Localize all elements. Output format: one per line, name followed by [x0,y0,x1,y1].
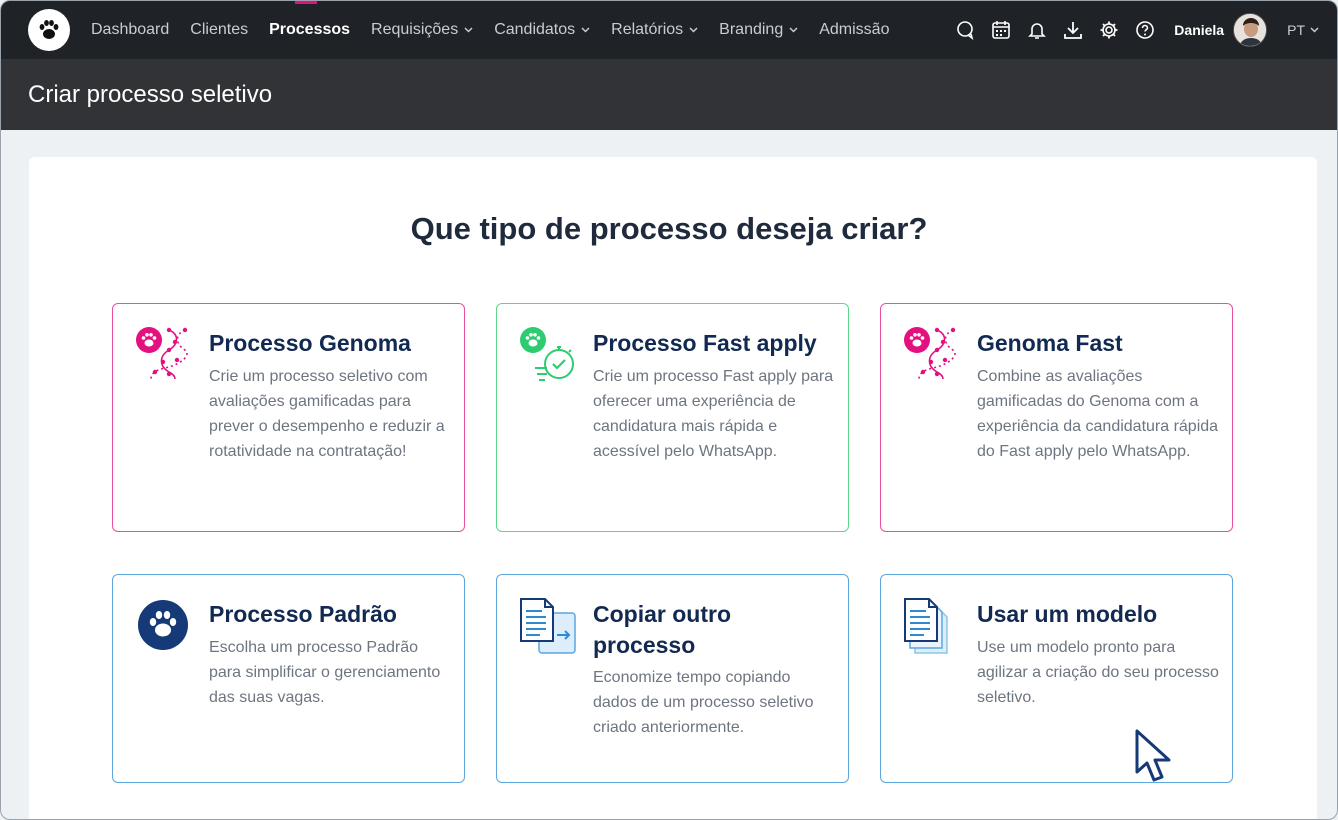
nav-label: Admissão [819,21,890,38]
avatar[interactable] [1233,13,1268,47]
option-processo-padrao[interactable]: Processo Padrão Escolha um processo Padr… [112,574,465,783]
nav-label: Clientes [190,21,249,38]
paw-icon [133,595,193,655]
download-icon[interactable] [1062,19,1084,41]
nav-label: Candidatos [494,21,576,38]
chevron-down-icon [689,27,698,33]
main-heading: Que tipo de processo deseja criar? [410,211,928,246]
chevron-down-icon [464,27,473,33]
nav-item-branding[interactable]: Branding [719,1,798,59]
option-title: Copiar outro processo [593,601,731,658]
main-nav: Dashboard Clientes Processos Requisições… [91,1,910,59]
option-title: Genoma Fast [977,330,1123,356]
chat-icon[interactable] [954,19,976,41]
option-genoma-fast[interactable]: Genoma Fast Combine as avaliações gamifi… [880,303,1233,532]
fast-apply-icon [517,324,577,384]
logo-paw-icon[interactable] [28,9,70,51]
help-icon[interactable] [1134,19,1156,41]
nav-item-dashboard[interactable]: Dashboard [91,1,169,59]
page-title: Criar processo seletivo [28,81,273,108]
nav-item-clientes[interactable]: Clientes [190,1,248,59]
calendar-icon[interactable] [990,19,1012,41]
nav-item-relatorios[interactable]: Relatórios [611,1,698,59]
option-title: Usar um modelo [977,601,1158,627]
nav-label: Processos [269,21,351,38]
nav-item-requisicoes[interactable]: Requisições [371,1,473,59]
genoma-icon [133,324,193,384]
mouse-cursor-icon [1134,728,1178,795]
nav-item-admissao[interactable]: Admissão [819,1,889,59]
option-title: Processo Fast apply [593,330,817,356]
language-selector[interactable]: PT [1287,22,1319,38]
toolbar-right: Daniela PT [954,1,1337,59]
chevron-down-icon [581,27,590,33]
nav-item-processos[interactable]: Processos [269,1,350,59]
user-name[interactable]: Daniela [1174,22,1224,38]
option-title: Processo Padrão [209,601,397,627]
option-description: Crie um processo Fast apply para oferece… [593,368,834,460]
option-description: Economize tempo copiando dados de um pro… [593,669,814,736]
nav-item-candidatos[interactable]: Candidatos [494,1,590,59]
option-description: Escolha um processo Padrão para simplifi… [209,639,441,706]
template-icon [901,595,961,655]
language-label: PT [1287,22,1305,38]
nav-label: Requisições [371,21,459,38]
top-navbar: Dashboard Clientes Processos Requisições… [1,1,1337,59]
option-title: Processo Genoma [209,330,411,356]
option-processo-fast-apply[interactable]: Processo Fast apply Crie um processo Fas… [496,303,849,532]
nav-label: Dashboard [91,21,170,38]
option-usar-um-modelo[interactable]: Usar um modelo Use um modelo pronto para… [880,574,1233,783]
option-description: Crie um processo seletivo com avaliações… [209,368,445,460]
copy-document-icon [517,595,577,655]
chevron-down-icon [789,27,798,33]
nav-label: Branding [719,21,784,38]
option-processo-genoma[interactable]: Processo Genoma Crie um processo seletiv… [112,303,465,532]
option-copiar-outro-processo[interactable]: Copiar outro processo Economize tempo co… [496,574,849,783]
chevron-down-icon [1310,27,1319,33]
option-description: Use um modelo pronto para agilizar a cri… [977,639,1219,706]
option-description: Combine as avaliações gamificadas do Gen… [977,368,1219,460]
genoma-fast-icon [901,324,961,384]
nav-label: Relatórios [611,21,684,38]
app-window: Dashboard Clientes Processos Requisições… [0,0,1338,820]
gear-icon[interactable] [1098,19,1120,41]
bell-icon[interactable] [1026,19,1048,41]
